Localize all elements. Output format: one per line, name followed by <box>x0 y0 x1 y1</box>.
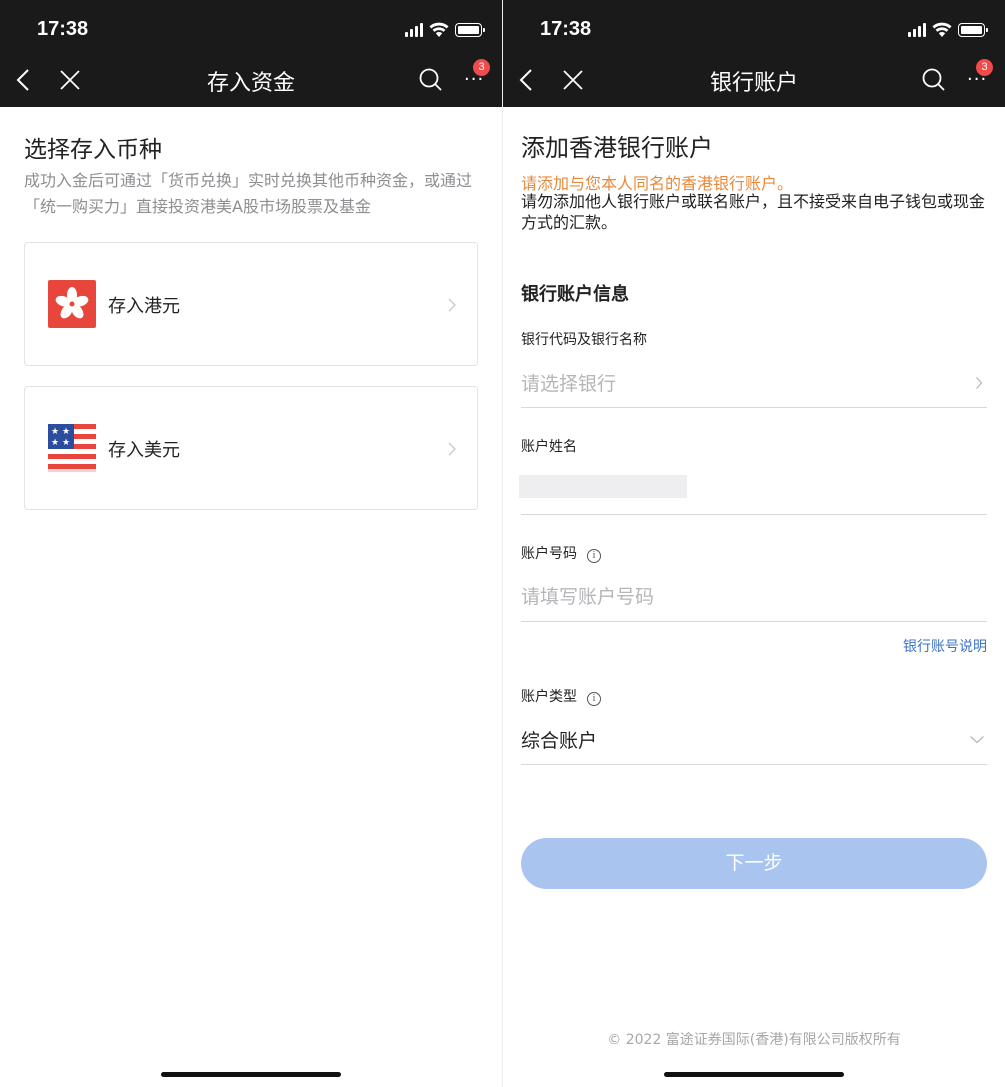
chevron-right-icon <box>976 377 983 389</box>
more-options-icon[interactable]: ··· <box>464 71 488 91</box>
battery-icon <box>958 23 988 37</box>
deposit-usd-label: 存入美元 <box>108 440 180 461</box>
status-icons <box>908 21 988 39</box>
chevron-right-icon <box>448 442 456 456</box>
more-options-icon[interactable]: ··· <box>967 71 991 91</box>
status-time: 17:38 <box>37 18 89 40</box>
us-flag-icon: ★ ★ ★ ★ <box>48 424 96 472</box>
account-type-label-row: 账户类型 i <box>521 686 601 706</box>
account-restriction-note: 请勿添加他人银行账户或联名账户，且不接受来自电子钱包或现金方式的汇款。 <box>521 192 986 232</box>
cellular-signal-icon <box>405 23 423 37</box>
account-number-input[interactable]: 请填写账户号码 <box>521 582 654 609</box>
wifi-icon <box>429 22 449 37</box>
info-icon[interactable]: i <box>587 692 601 706</box>
section-heading: 选择存入币种 <box>24 137 162 163</box>
section-title: 银行账户信息 <box>521 284 629 305</box>
status-icons <box>405 21 485 39</box>
cellular-signal-icon <box>908 23 926 37</box>
account-number-label: 账户号码 <box>521 546 577 562</box>
wifi-icon <box>932 22 952 37</box>
account-number-help-link[interactable]: 银行账号说明 <box>903 636 987 656</box>
svg-text:★: ★ <box>62 427 70 437</box>
field-divider <box>521 621 987 622</box>
svg-text:★: ★ <box>62 438 70 448</box>
description-text: 成功入金后可通过「货币兑换」实时兑换其他币种资金，或通过「统一购买力」直接投资港… <box>24 171 473 216</box>
search-icon[interactable] <box>921 67 947 93</box>
svg-text:★: ★ <box>51 438 59 448</box>
field-divider <box>521 764 987 765</box>
top-bar: 17:38 银行账户 ··· 3 <box>503 0 1005 107</box>
account-number-label-row: 账户号码 i <box>521 543 601 563</box>
deposit-funds-screen: 17:38 存入资金 ··· 3 选择存入币种 成功入金后可通过「货币兑换」实时… <box>0 0 502 1087</box>
deposit-hkd-label: 存入港元 <box>108 296 180 317</box>
deposit-hkd-option[interactable]: 存入港元 <box>24 242 478 366</box>
copyright-text: © 2022 富途证券国际(香港)有限公司版权所有 <box>607 1032 901 1048</box>
bank-account-screen: 17:38 银行账户 ··· 3 添加香港银行账户 请添加与您本人同名的香港银行… <box>503 0 1005 1087</box>
account-type-label: 账户类型 <box>521 689 577 705</box>
next-step-button[interactable]: 下一步 <box>521 838 987 889</box>
deposit-usd-option[interactable]: ★ ★ ★ ★ 存入美元 <box>24 386 478 510</box>
field-divider <box>521 514 987 515</box>
account-name-label: 账户姓名 <box>521 439 577 455</box>
navigation-bar: 存入资金 ··· 3 <box>0 55 502 105</box>
navigation-bar: 银行账户 ··· 3 <box>503 55 1005 105</box>
chevron-down-icon <box>970 736 984 744</box>
info-icon[interactable]: i <box>587 549 601 563</box>
battery-icon <box>455 23 485 37</box>
home-indicator[interactable] <box>664 1072 844 1077</box>
chevron-right-icon <box>448 298 456 312</box>
svg-text:★: ★ <box>51 427 59 437</box>
account-name-field[interactable] <box>519 475 687 498</box>
notification-badge: 3 <box>473 59 490 76</box>
home-indicator[interactable] <box>161 1072 341 1077</box>
search-icon[interactable] <box>418 67 444 93</box>
bank-select-placeholder[interactable]: 请选择银行 <box>521 369 616 396</box>
page-heading: 添加香港银行账户 <box>521 134 713 162</box>
account-type-value[interactable]: 综合账户 <box>521 726 597 753</box>
field-divider <box>521 407 987 408</box>
notification-badge: 3 <box>976 59 993 76</box>
status-time: 17:38 <box>540 18 592 40</box>
hong-kong-flag-icon <box>48 280 96 328</box>
top-bar: 17:38 存入资金 ··· 3 <box>0 0 502 107</box>
bank-field-label: 银行代码及银行名称 <box>521 332 647 348</box>
